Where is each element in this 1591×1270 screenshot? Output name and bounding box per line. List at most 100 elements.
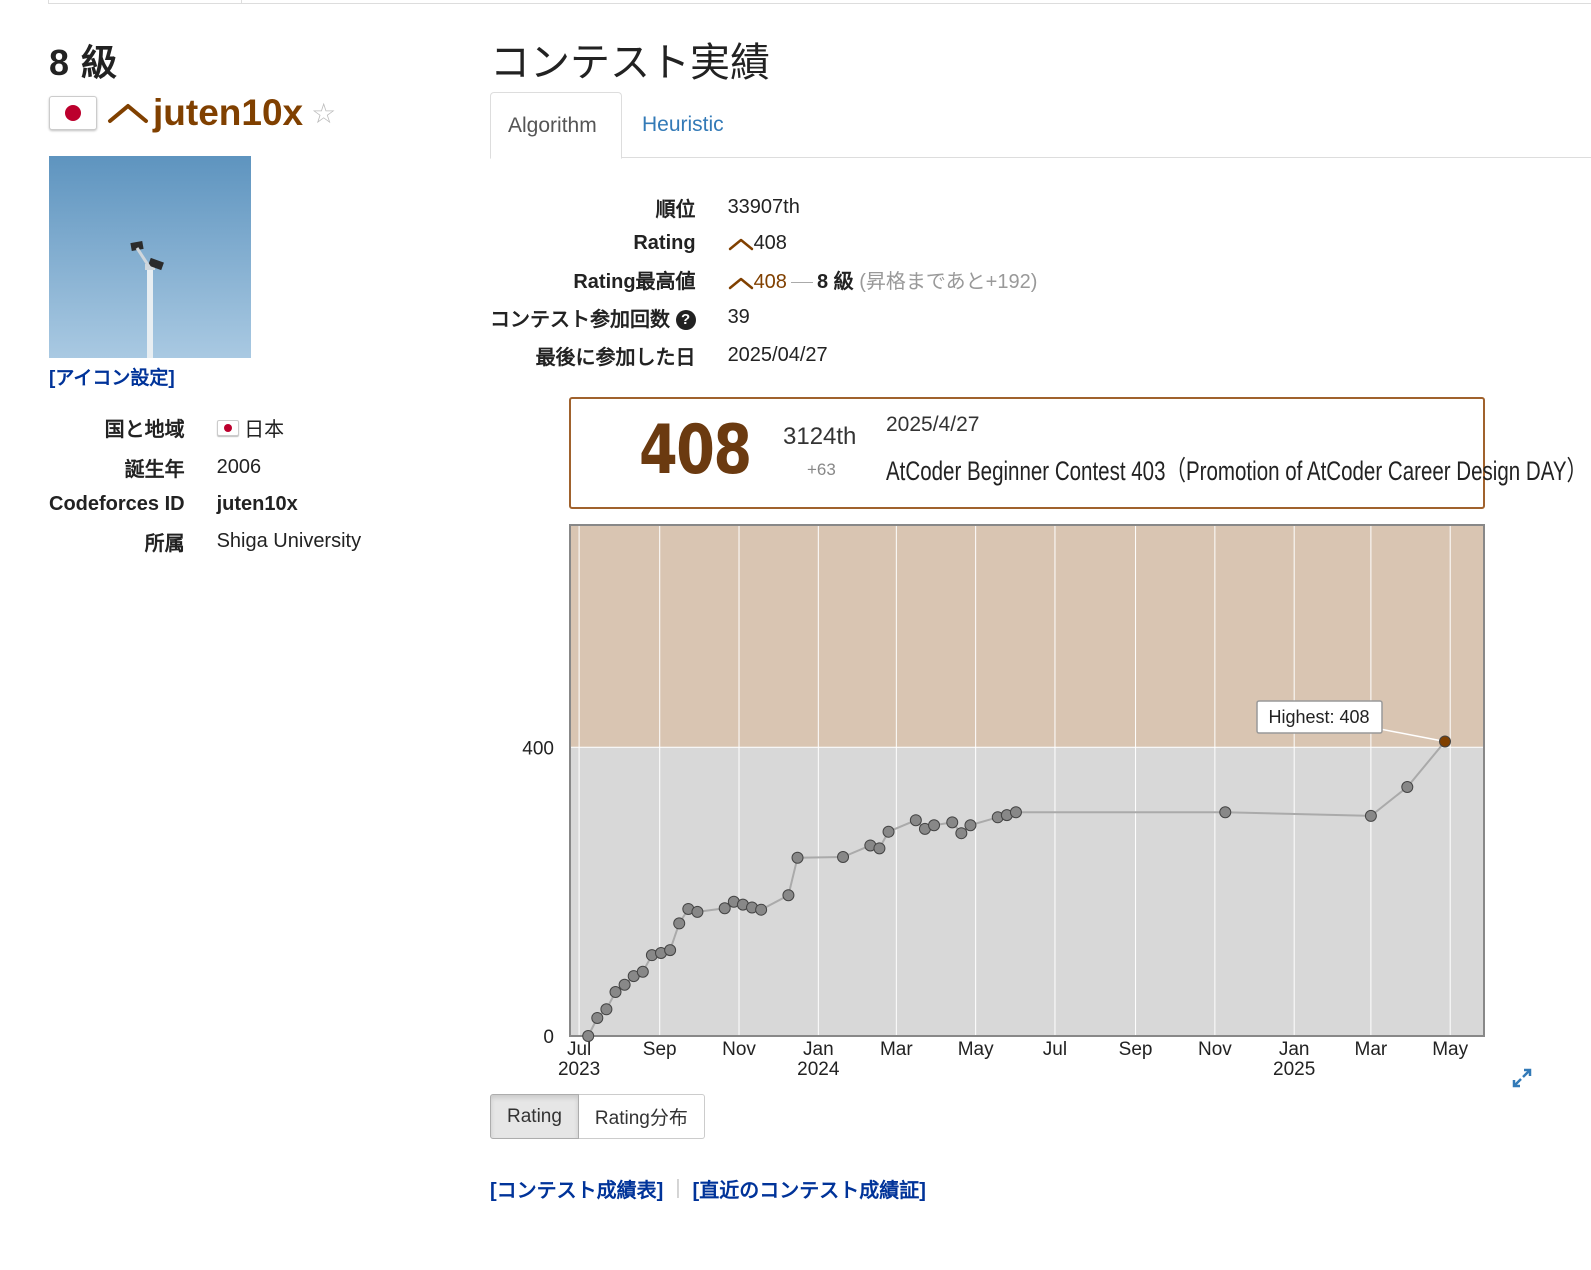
recent-certificate-link[interactable]: [直近のコンテスト成績証] — [693, 1174, 926, 1203]
profile-label: 所属 — [144, 533, 185, 555]
stats-row-count: コンテスト参加回数 ? 39 — [490, 299, 1037, 337]
rating-point — [1401, 780, 1414, 793]
rating-point — [964, 819, 977, 832]
top-tab-strip — [0, 0, 1591, 4]
stats-value: 408 8 級 (昇格まであと+192) — [728, 261, 1038, 299]
rating-point — [1219, 806, 1232, 819]
help-icon[interactable]: ? — [675, 310, 696, 330]
top-rule — [242, 3, 1591, 4]
stats-value: 39 — [727, 306, 750, 328]
stats-value: 2025/04/27 — [727, 344, 828, 366]
rating-point — [1364, 809, 1377, 822]
rating-point — [636, 965, 649, 978]
x-tick-label: May — [958, 1039, 994, 1060]
stats-row-highest: Rating最高値 408 8 級 (昇格まであと+192) — [490, 261, 1037, 299]
country-value: 日本 — [244, 419, 285, 441]
separator-line — [790, 282, 813, 284]
tab-heuristic[interactable]: Heuristic — [625, 92, 741, 158]
favorite-star-icon[interactable]: ☆ — [311, 97, 336, 130]
rating-point — [909, 814, 922, 827]
profile-row-codeforces: Codeforces ID juten10x — [49, 488, 361, 522]
rating-point — [882, 825, 895, 838]
x-tick-label: Nov — [1198, 1039, 1232, 1060]
rating-point — [837, 851, 850, 864]
rating-point — [664, 944, 677, 957]
x-tick-label: Jan — [803, 1039, 834, 1060]
x-tick-label: Sep — [1119, 1039, 1153, 1060]
rating-rank-icon — [728, 277, 753, 289]
tooltip-text: Highest: 408 — [1268, 707, 1369, 727]
rating-point — [1438, 735, 1451, 748]
count-label-text: コンテスト参加回数 — [490, 309, 670, 331]
rating-stats-table: 順位 33907th Rating 408 Rating最高値 408 8 級 (… — [490, 189, 1037, 375]
contest-rank: 3124th — [783, 423, 857, 450]
highest-value: 408 — [753, 271, 787, 293]
avatar — [49, 156, 251, 358]
y-tick-label: 0 — [543, 1027, 554, 1048]
x-tick-year-label: 2023 — [558, 1059, 600, 1080]
x-tick-label: Jul — [567, 1039, 591, 1060]
rating-point — [1009, 806, 1022, 819]
rating-point — [673, 917, 686, 930]
japan-flag-icon — [216, 420, 239, 436]
tab-algorithm[interactable]: Algorithm — [490, 92, 622, 159]
rating-band-0 — [570, 747, 1484, 1036]
profile-row-affiliation: 所属 Shiga University — [49, 522, 362, 562]
x-tick-year-label: 2024 — [797, 1059, 840, 1080]
rating-point — [928, 819, 941, 832]
promotion-note: (昇格まであと+192) — [859, 271, 1038, 293]
stats-row-last: 最後に参加した日 2025/04/27 — [490, 337, 1037, 375]
rating-point — [782, 889, 795, 902]
rating-point — [600, 1003, 613, 1016]
rating-point — [591, 1011, 604, 1024]
user-header: juten10x ☆ — [49, 88, 336, 138]
username-link[interactable]: juten10x — [107, 92, 303, 134]
rating-point — [582, 1030, 595, 1042]
section-title: コンテスト実績 — [490, 41, 770, 85]
profile-row-country: 国と地域 日本 — [49, 408, 361, 448]
contest-name[interactable]: AtCoder Beginner Contest 403（Promotion o… — [886, 449, 1587, 488]
profile-row-birth-year: 誕生年 2006 — [49, 448, 361, 488]
stats-label: Rating最高値 — [573, 271, 696, 293]
rating-point — [618, 978, 631, 991]
profile-label: 国と地域 — [104, 419, 185, 441]
stats-label: 最後に参加した日 — [535, 347, 696, 369]
x-tick-label: May — [1432, 1039, 1468, 1060]
profile-value: 2006 — [216, 456, 262, 478]
icon-settings-link[interactable]: [アイコン設定] — [49, 363, 175, 390]
username-text: juten10x — [153, 92, 304, 133]
stats-value: 408 — [728, 227, 1038, 261]
rating-point — [609, 985, 622, 998]
profile-value: Shiga University — [216, 530, 362, 552]
y-tick-label: 400 — [522, 738, 554, 759]
x-tick-year-label: 2025 — [1273, 1059, 1315, 1080]
rating-chart-svg[interactable]: 0400Jul2023Sep Nov Jan2024Mar May Jul Sep Nov J… — [500, 520, 1500, 1090]
rating-value: 408 — [753, 232, 787, 254]
codeforces-link[interactable]: juten10x — [217, 488, 362, 522]
rating-button[interactable]: Rating — [490, 1094, 579, 1139]
rating-point — [791, 851, 804, 864]
rating-point — [946, 816, 959, 829]
contest-info-box: 408 3124th +63 2025/4/27 AtCoder Beginne… — [569, 397, 1587, 509]
top-tab-edge — [48, 0, 242, 4]
stats-label: Rating — [633, 232, 696, 254]
contest-date: 2025/4/27 — [886, 413, 980, 436]
expand-icon[interactable] — [1510, 1066, 1534, 1090]
rating-distribution-button[interactable]: Rating分布 — [578, 1094, 705, 1139]
stats-row-rating: Rating 408 — [490, 227, 1037, 261]
chart-mode-buttons: Rating Rating分布 — [490, 1094, 705, 1139]
x-tick-label: Nov — [722, 1039, 756, 1060]
rating-point — [691, 905, 704, 918]
user-grade: 8 級 — [49, 42, 119, 83]
contest-type-tabs: Algorithm Heuristic — [490, 92, 1591, 159]
stats-label: 順位 — [655, 199, 696, 221]
rating-point — [755, 903, 768, 916]
stats-value: 33907th — [727, 196, 800, 218]
contest-results-link[interactable]: [コンテスト成績表] — [490, 1174, 663, 1203]
rating-chart[interactable]: 0 400 Jul 2023 Sep Nov Jan 2024 Mar May Jul Sep Nov J… — [500, 520, 1500, 1090]
x-tick-label: Sep — [643, 1039, 677, 1060]
japan-flag-icon — [49, 96, 97, 130]
contest-rating-diff: +63 — [807, 460, 836, 479]
profile-value: 日本 — [216, 408, 362, 448]
x-tick-label: Mar — [880, 1039, 913, 1060]
